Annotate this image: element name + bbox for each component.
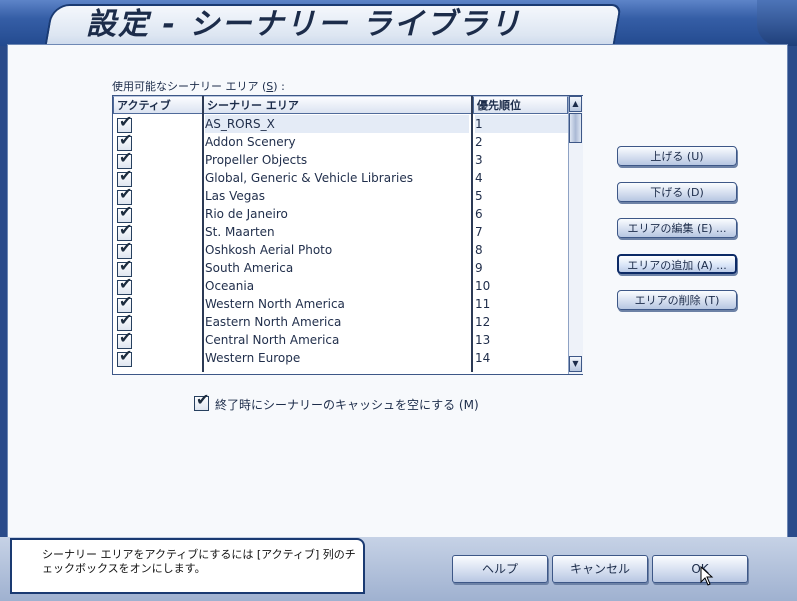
- scrollbar-thumb[interactable]: [569, 113, 582, 143]
- list-item[interactable]: ✔ AS_RORS_X 1: [113, 114, 568, 133]
- arrow-down-icon[interactable]: ▼: [569, 356, 582, 372]
- scenery-priority: 1: [475, 115, 568, 133]
- move-up-button[interactable]: 上げる (U): [617, 146, 737, 166]
- mouse-pointer-icon: [700, 566, 714, 586]
- clear-cache-checkbox[interactable]: ✔ 終了時にシーナリーのキャッシュを空にする (M): [194, 392, 479, 412]
- scenery-priority: 3: [475, 153, 483, 167]
- scenery-area-name: Oshkosh Aerial Photo: [205, 243, 333, 257]
- clear-cache-label: 終了時にシーナリーのキャッシュを空にする (M): [215, 398, 479, 412]
- main-panel: 使用可能なシーナリー エリア (S) : アクティブ シーナリー エリア 優先順…: [7, 44, 788, 539]
- scenery-area-name: Global, Generic & Vehicle Libraries: [205, 171, 413, 185]
- scenery-priority: 12: [475, 315, 491, 329]
- check-icon[interactable]: ✔: [117, 348, 132, 367]
- scenery-area-name: Rio de Janeiro: [205, 207, 288, 221]
- scenery-priority: 11: [475, 297, 491, 311]
- list-label-text: 使用可能なシーナリー エリア (: [112, 80, 267, 93]
- active-checkbox[interactable]: ✔: [117, 348, 133, 367]
- move-down-button[interactable]: 下げる (D): [617, 182, 737, 202]
- column-header-priority[interactable]: 優先順位: [473, 96, 568, 114]
- list-item[interactable]: ✔ Oshkosh Aerial Photo 8: [113, 240, 568, 259]
- list-item[interactable]: ✔ Addon Scenery 2: [113, 132, 568, 151]
- list-item[interactable]: ✔ Las Vegas 5: [113, 186, 568, 205]
- title-bar-corner: [757, 0, 797, 46]
- scenery-area-name: South America: [205, 261, 294, 275]
- scenery-area-name: Western Europe: [205, 351, 301, 365]
- scenery-list-label: 使用可能なシーナリー エリア (S) :: [112, 78, 285, 94]
- list-label-end: ) :: [273, 80, 285, 93]
- column-header-scenery-area[interactable]: シーナリー エリア: [203, 96, 473, 114]
- list-item[interactable]: ✔ Eastern North America 12: [113, 312, 568, 331]
- scenery-priority: 14: [475, 351, 491, 365]
- scenery-priority: 7: [475, 225, 483, 239]
- scenery-area-name: St. Maarten: [205, 225, 275, 239]
- scenery-area-name: Las Vegas: [205, 189, 265, 203]
- delete-area-button[interactable]: エリアの削除 (T): [617, 290, 737, 310]
- list-item[interactable]: ✔ Western North America 11: [113, 294, 568, 313]
- scenery-priority: 10: [475, 279, 491, 293]
- edit-area-button[interactable]: エリアの編集 (E) ...: [617, 218, 737, 238]
- scenery-area-name: Oceania: [205, 279, 255, 293]
- scenery-area-name: Central North America: [205, 333, 340, 347]
- help-button[interactable]: ヘルプ: [452, 555, 548, 583]
- scenery-area-name: Western North America: [205, 297, 345, 311]
- list-item[interactable]: ✔ Western Europe 14: [113, 348, 568, 367]
- list-item[interactable]: ✔ Oceania 10: [113, 276, 568, 295]
- scenery-area-name: Eastern North America: [205, 315, 342, 329]
- title-bar: 設定 - シーナリー ライブラリ: [0, 0, 797, 48]
- list-item[interactable]: ✔ Propeller Objects 3: [113, 150, 568, 169]
- scenery-priority: 2: [475, 135, 483, 149]
- list-header: アクティブ シーナリー エリア 優先順位: [113, 96, 568, 114]
- hint-text: シーナリー エリアをアクティブにするには [アクティブ] 列のチェックボックスを…: [42, 548, 356, 575]
- scenery-list[interactable]: アクティブ シーナリー エリア 優先順位 ✔ AS_RORS_X 1 ✔ Addon S…: [112, 95, 583, 375]
- arrow-up-icon[interactable]: ▲: [569, 96, 582, 112]
- list-item[interactable]: ✔ South America 9: [113, 258, 568, 277]
- list-scrollbar[interactable]: ▲ ▼: [568, 96, 583, 374]
- scenery-priority: 8: [475, 243, 483, 257]
- scenery-area-name: Propeller Objects: [205, 153, 308, 167]
- scenery-priority: 9: [475, 261, 483, 275]
- check-icon[interactable]: ✔: [194, 392, 209, 411]
- add-area-button[interactable]: エリアの追加 (A) ...: [617, 254, 737, 274]
- window-title: 設定 - シーナリー ライブラリ: [86, 7, 522, 42]
- scenery-priority: 6: [475, 207, 483, 221]
- scenery-area-name: Addon Scenery: [205, 135, 296, 149]
- hint-box: シーナリー エリアをアクティブにするには [アクティブ] 列のチェックボックスを…: [10, 538, 365, 594]
- scenery-priority: 4: [475, 171, 483, 185]
- list-item[interactable]: ✔ St. Maarten 7: [113, 222, 568, 241]
- scenery-area-name: AS_RORS_X: [205, 115, 469, 133]
- list-item[interactable]: ✔ Central North America 13: [113, 330, 568, 349]
- scenery-priority: 13: [475, 333, 491, 347]
- cancel-button[interactable]: キャンセル: [552, 555, 648, 583]
- list-item[interactable]: ✔ Rio de Janeiro 6: [113, 204, 568, 223]
- list-item[interactable]: ✔ Global, Generic & Vehicle Libraries 4: [113, 168, 568, 187]
- scenery-priority: 5: [475, 189, 483, 203]
